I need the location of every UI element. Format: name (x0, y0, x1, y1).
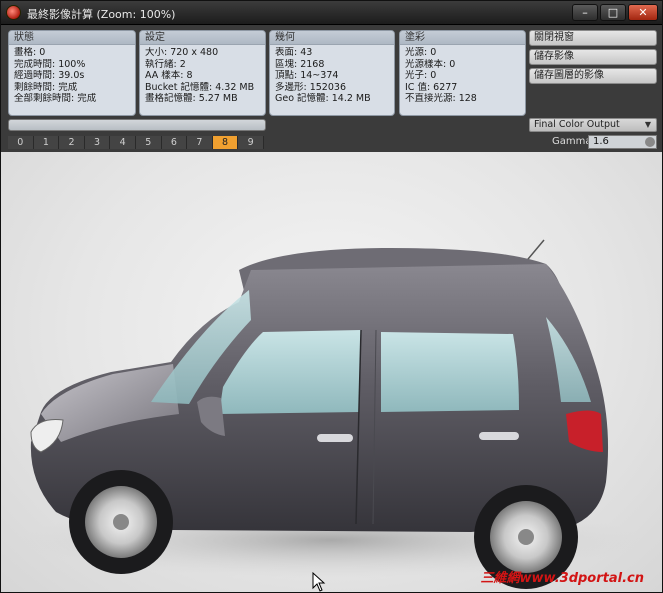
shading-lights: 光源: 0 (405, 47, 437, 58)
settings-panel-title: 設定 (140, 31, 265, 45)
buffer-slot-5[interactable]: 5 (135, 136, 162, 149)
gamma-value: 1.6 (593, 136, 609, 147)
buffer-slot-9[interactable]: 9 (238, 136, 264, 149)
window-title: 最終影像計算 (Zoom: 100%) (27, 8, 176, 21)
save-image-button[interactable]: 儲存影像 (529, 49, 657, 65)
render-viewport: 三維網www.3dportal.cn (1, 152, 662, 592)
settings-bucket-memory: Bucket 記憶體: 4.32 MB (145, 81, 255, 93)
status-remaining: 剩餘時間: 完成 (14, 81, 78, 93)
status-panel-title: 狀態 (9, 31, 135, 45)
settings-size: 大小: 720 x 480 (145, 47, 219, 58)
status-frame: 畫格: 0 (14, 47, 46, 58)
render-app-icon (6, 5, 21, 20)
status-total-remaining: 全部剩餘時間: 完成 (14, 93, 97, 104)
maximize-button[interactable]: □ (600, 4, 626, 21)
mouse-cursor-icon (312, 572, 326, 592)
status-panel: 狀態 畫格: 0 完成時間: 100% 經過時間: 39.0s 剩餘時間: 完成… (8, 30, 136, 116)
info-panel-area: 狀態 畫格: 0 完成時間: 100% 經過時間: 39.0s 剩餘時間: 完成… (1, 26, 662, 152)
geometry-surfaces: 表面: 43 (275, 47, 313, 58)
watermark-text: 三維網www.3dportal.cn (480, 571, 644, 586)
geometry-memory: Geo 記憶體: 14.2 MB (275, 93, 371, 104)
status-complete: 完成時間: 100% (14, 58, 86, 70)
output-select[interactable]: Final Color Output ▼ (529, 118, 657, 132)
render-window: 最終影像計算 (Zoom: 100%) – □ ✕ 狀態 畫格: 0 完成時間:… (0, 0, 663, 593)
buffer-slot-bar: 0 1 2 3 4 5 6 7 8 9 (8, 136, 264, 149)
minimize-button[interactable]: – (572, 4, 598, 21)
buffer-slot-3[interactable]: 3 (84, 136, 111, 149)
buffer-slot-0[interactable]: 0 (8, 136, 34, 149)
buffer-slot-8[interactable]: 8 (212, 136, 239, 149)
geometry-polygons: 多邊形: 152036 (275, 81, 346, 93)
buffer-slot-7[interactable]: 7 (187, 136, 213, 149)
settings-threads: 執行緒: 2 (145, 58, 186, 70)
shading-panel-title: 塗彩 (400, 31, 525, 45)
shading-indirect-rays: 不直接光源: 128 (405, 93, 477, 104)
shading-ic-values: IC 值: 6277 (405, 81, 458, 93)
shading-photons: 光子: 0 (405, 70, 437, 81)
window-controls: – □ ✕ (572, 4, 658, 21)
buffer-slot-2[interactable]: 2 (59, 136, 85, 149)
geometry-panel-title: 幾何 (270, 31, 394, 45)
output-select-value: Final Color Output (534, 119, 620, 130)
settings-panel: 設定 大小: 720 x 480 執行緒: 2 AA 樣本: 8 Bucket … (139, 30, 266, 116)
settings-frame-memory: 畫格記憶體: 5.27 MB (145, 93, 238, 104)
close-button[interactable]: ✕ (628, 4, 658, 21)
geometry-vertices: 頂點: 14~374 (275, 70, 339, 81)
buffer-slot-6[interactable]: 6 (161, 136, 188, 149)
spinner-icon[interactable] (645, 137, 655, 147)
shading-panel: 塗彩 光源: 0 光源樣本: 0 光子: 0 IC 值: 6277 不直接光源:… (399, 30, 526, 116)
save-layered-image-button[interactable]: 儲存圖層的影像 (529, 68, 657, 84)
gamma-input[interactable]: 1.6 (588, 135, 657, 149)
buffer-slot-4[interactable]: 4 (110, 136, 136, 149)
gamma-label: Gamma (552, 136, 592, 147)
geometry-panel: 幾何 表面: 43 區塊: 2168 頂點: 14~374 多邊形: 15203… (269, 30, 395, 116)
buffer-slot-1[interactable]: 1 (33, 136, 60, 149)
status-elapsed: 經過時間: 39.0s (14, 70, 85, 81)
chevron-down-icon: ▼ (644, 120, 651, 129)
settings-aa-samples: AA 樣本: 8 (145, 70, 193, 81)
title-bar[interactable]: 最終影像計算 (Zoom: 100%) – □ ✕ (1, 1, 662, 25)
geometry-segments: 區塊: 2168 (275, 58, 325, 70)
close-window-button[interactable]: 關閉視窗 (529, 30, 657, 46)
shading-light-samples: 光源樣本: 0 (405, 58, 456, 70)
render-progress-bar (8, 119, 266, 131)
rendered-car-image (21, 239, 641, 589)
